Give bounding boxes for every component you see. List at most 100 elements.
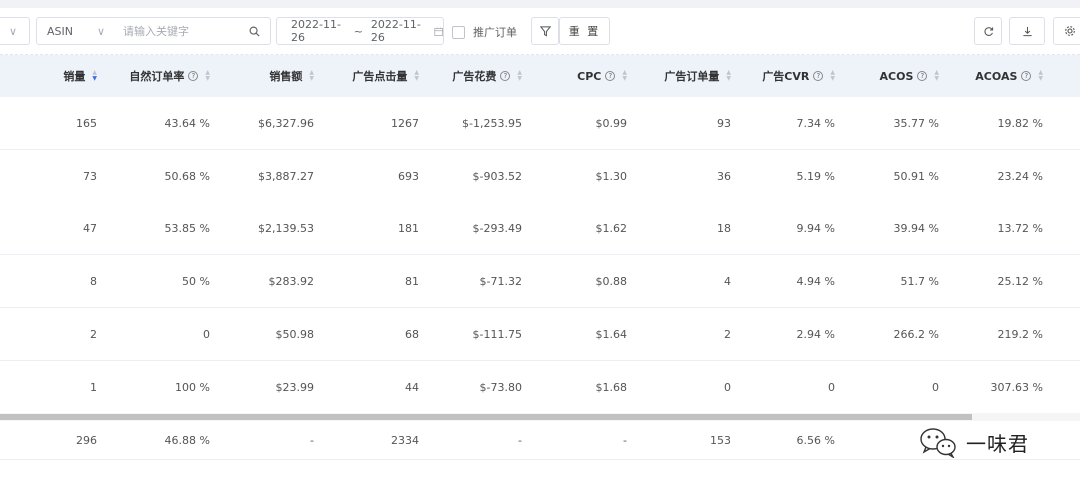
table-row[interactable]: 165 43.64 % $6,327.96 1267 $-1,253.95 $0.99 93… (0, 97, 1080, 150)
column-header[interactable]: ACOS? ▲ ▼ (839, 55, 939, 97)
download-button[interactable] (1009, 17, 1045, 45)
column-settings-button[interactable] (1053, 17, 1080, 45)
table-cell: 43.64 % (164, 116, 210, 130)
table-cell: 1267 (391, 116, 419, 130)
sort-icon[interactable]: ▲ ▼ (934, 70, 939, 82)
column-header[interactable]: CPC? ▲ ▼ (527, 55, 627, 97)
filter-button[interactable] (531, 17, 559, 45)
table-cell: $3,887.27 (258, 169, 314, 183)
table-cell: 18 (717, 221, 731, 235)
top-strip (0, 0, 1080, 8)
ad-order-checkbox-label: 推广订单 (473, 26, 517, 39)
help-icon[interactable]: ? (500, 71, 511, 81)
sort-icon[interactable]: ▲ ▼ (414, 70, 419, 82)
filter-toolbar: ∨ ASIN ∨ 请输入关键字 2022-11-26 ~ 2022-11-26 … (0, 8, 1080, 54)
column-header-label: ACOS (879, 69, 914, 83)
table-cell: 50.91 % (893, 169, 939, 183)
column-header-label: 销量 (63, 70, 86, 83)
table-cell: 35.77 % (893, 116, 939, 130)
watermark-text: 一味君 (966, 431, 1029, 456)
column-header-label: 广告订单量 (664, 70, 720, 83)
table-cell: 5.19 % (796, 169, 835, 183)
table-row[interactable]: 8 50 % $283.92 81 $-71.32 $0.88 4 4.94 % 51.7 % 2… (0, 255, 1080, 308)
table-cell: $1.68 (595, 380, 628, 394)
sort-icon[interactable]: ▲ ▼ (830, 70, 835, 82)
refresh-icon (983, 26, 993, 36)
reset-button[interactable]: 重 置 (559, 17, 610, 45)
sort-icon[interactable]: ▲ ▼ (205, 70, 210, 82)
table-cell: 73 (83, 169, 97, 183)
table-cell: 0 (724, 380, 731, 394)
table-row[interactable]: 47 53.85 % $2,139.53 181 $-293.49 $1.62 18 9.94… (0, 202, 1080, 255)
horizontal-scrollbar-thumb[interactable] (0, 414, 972, 420)
table-cell: $6,327.96 (258, 116, 314, 130)
column-header-label: CPC (577, 69, 602, 83)
table-cell: $-73.80 (479, 380, 522, 394)
table-cell: 23.24 % (997, 169, 1043, 183)
table-cell: $0.88 (595, 274, 628, 288)
wechat-icon (920, 428, 956, 458)
store-select[interactable]: ∨ (0, 17, 30, 45)
search-icon[interactable] (249, 26, 260, 37)
column-header[interactable]: 广告点击量 ▲ ▼ (319, 55, 419, 97)
asin-select-value: ASIN (47, 24, 73, 38)
table-cell: 693 (398, 169, 419, 183)
ad-order-filter[interactable]: 推广订单 (452, 24, 517, 40)
table-row[interactable]: 1 100 % $23.99 44 $-73.80 $1.68 0 0 0 307.63 % (0, 361, 1080, 414)
column-header[interactable]: 销量 ▲ ▼ (2, 55, 97, 97)
table-cell: 2 (90, 327, 97, 341)
sort-icon[interactable]: ▲ ▼ (92, 70, 97, 82)
total-cell: - (518, 433, 522, 447)
download-icon (1022, 26, 1032, 36)
column-header-label: 自然订单率 (129, 70, 185, 83)
table-cell: 2.94 % (796, 327, 835, 341)
help-icon[interactable]: ? (1021, 71, 1032, 81)
table-row[interactable]: 2 0 $50.98 68 $-111.75 $1.64 2 2.94 % 266.2 % 219… (0, 308, 1080, 361)
column-header-label: 广告花费 (452, 70, 497, 83)
total-cell: 2334 (391, 433, 419, 447)
column-header[interactable]: 广告订单量 ▲ ▼ (631, 55, 731, 97)
help-icon[interactable]: ? (813, 71, 824, 81)
column-header[interactable]: ACOAS? ▲ ▼ (943, 55, 1043, 97)
table-cell: 165 (76, 116, 97, 130)
total-cell: 296 (76, 433, 97, 447)
refresh-button[interactable] (974, 17, 1002, 45)
table-cell: 7.34 % (796, 116, 835, 130)
date-range-picker[interactable]: 2022-11-26 ~ 2022-11-26 (276, 17, 444, 45)
table-cell: 53.85 % (164, 221, 210, 235)
table-cell: $-903.52 (472, 169, 522, 183)
help-icon[interactable]: ? (605, 71, 616, 81)
ad-order-checkbox[interactable] (452, 25, 465, 39)
asin-select[interactable]: ASIN ∨ (36, 17, 114, 45)
sort-icon[interactable]: ▲ ▼ (1038, 70, 1043, 82)
table-cell: $1.62 (595, 221, 628, 235)
chevron-down-icon: ∨ (96, 24, 105, 38)
column-header[interactable]: 销售额 ▲ ▼ (214, 55, 314, 97)
help-icon[interactable]: ? (188, 71, 199, 81)
table-cell: 44 (405, 380, 419, 394)
table-header: 销量 ▲ ▼ 自然订单率? ▲ ▼ 销售额 ▲ ▼ 广告点击量 ▲ ▼ 广告花费? ▲ ▼ CPC? ▲ ▼ 广告订… (0, 55, 1080, 98)
sort-icon[interactable]: ▲ ▼ (726, 70, 731, 82)
table-cell: $1.30 (595, 169, 628, 183)
keyword-search-input[interactable]: 请输入关键字 (113, 17, 271, 45)
table-cell: 181 (398, 221, 419, 235)
table-cell: 50.68 % (164, 169, 210, 183)
table-cell: $23.99 (275, 380, 315, 394)
sort-icon[interactable]: ▲ ▼ (622, 70, 627, 82)
table-row[interactable]: 73 50.68 % $3,887.27 693 $-903.52 $1.30 36 5.19… (0, 150, 1080, 203)
table-cell: 266.2 % (893, 327, 939, 341)
column-header[interactable]: 广告花费? ▲ ▼ (422, 55, 522, 97)
reset-button-label: 重 置 (568, 25, 601, 38)
sort-icon[interactable]: ▲ ▼ (517, 70, 522, 82)
table-cell: 8 (90, 274, 97, 288)
watermark: 一味君 (918, 424, 1029, 460)
sort-icon[interactable]: ▲ ▼ (309, 70, 314, 82)
table-cell: $2,139.53 (258, 221, 314, 235)
column-header[interactable]: 广告CVR? ▲ ▼ (735, 55, 835, 97)
table-cell: 81 (405, 274, 419, 288)
help-icon[interactable]: ? (917, 71, 928, 81)
column-header[interactable]: 自然订单率? ▲ ▼ (100, 55, 210, 97)
table-cell: $-1,253.95 (462, 116, 522, 130)
table-cell: 0 (203, 327, 210, 341)
column-header-label: 销售额 (269, 70, 303, 83)
